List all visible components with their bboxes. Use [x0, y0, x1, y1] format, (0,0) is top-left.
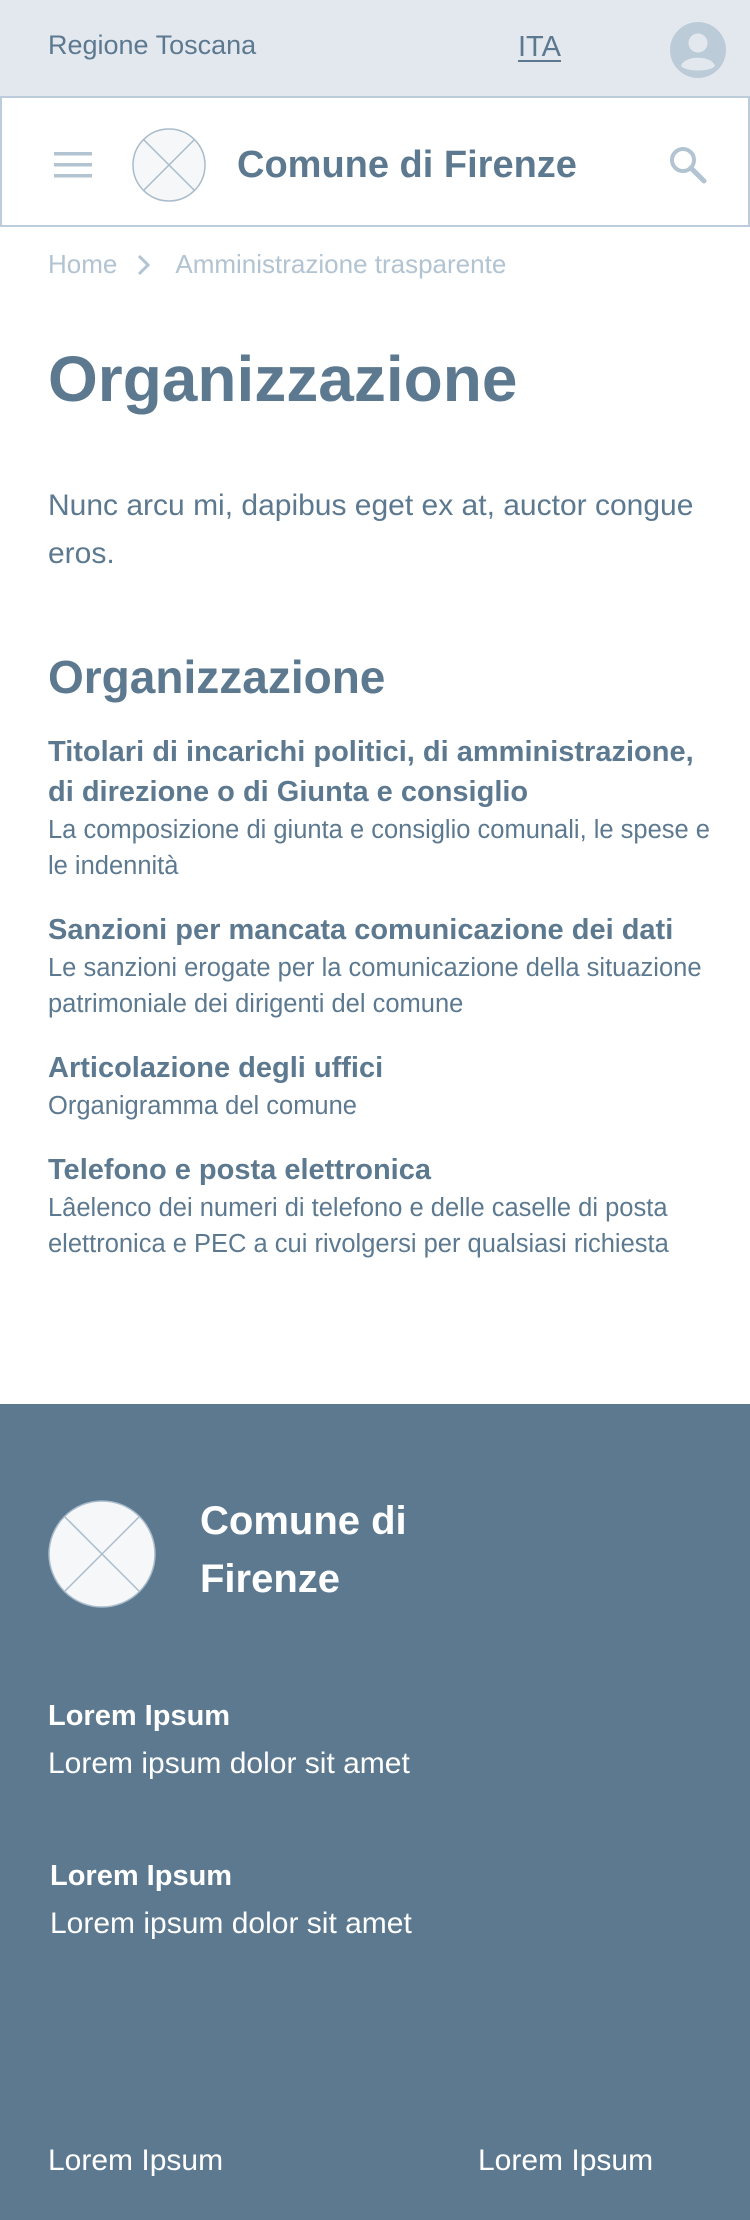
- list-item-title[interactable]: Titolari di incarichi politici, di ammin…: [48, 732, 718, 812]
- site-title[interactable]: Comune di Firenze: [237, 144, 577, 187]
- region-label: Regione Toscana: [48, 30, 257, 60]
- footer-info-block: Lorem Ipsum Lorem ipsum dolor sit amet: [50, 1856, 412, 1946]
- site-footer: Comune di Firenze Lorem Ipsum Lorem ipsu…: [0, 1404, 750, 2220]
- breadcrumb-current-link[interactable]: Amministrazione trasparente: [175, 249, 506, 280]
- list-item-telefono[interactable]: Telefono e posta elettronica Lâelenco de…: [48, 1150, 718, 1262]
- breadcrumb: Home Amministrazione trasparente: [48, 249, 506, 280]
- footer-block-text: Lorem ipsum dolor sit amet: [50, 1907, 412, 1940]
- hamburger-menu-icon[interactable]: [54, 152, 92, 178]
- top-bar: Regione Toscana ITA: [0, 0, 750, 97]
- list-item-description: La composizione di giunta e consiglio co…: [48, 816, 710, 880]
- organization-list: Titolari di incarichi politici, di ammin…: [48, 732, 718, 1288]
- page-title: Organizzazione: [48, 343, 518, 415]
- site-header: Comune di Firenze: [0, 96, 750, 227]
- list-item-description: Le sanzioni erogate per la comunicazione…: [48, 954, 702, 1018]
- footer-info-block: Lorem Ipsum Lorem ipsum dolor sit amet: [48, 1696, 410, 1786]
- list-item-title[interactable]: Sanzioni per mancata comunicazione dei d…: [48, 910, 718, 950]
- footer-block-heading: Lorem Ipsum: [48, 1700, 231, 1732]
- logo-placeholder-icon: [132, 128, 206, 202]
- section-title: Organizzazione: [48, 651, 386, 703]
- language-selector[interactable]: ITA: [518, 31, 561, 64]
- intro-text: Nunc arcu mi, dapibus eget ex at, auctor…: [48, 489, 694, 570]
- footer-link[interactable]: Lorem Ipsum: [48, 2144, 223, 2178]
- list-item-uffici[interactable]: Articolazione degli uffici Organigramma …: [48, 1048, 718, 1124]
- search-icon[interactable]: [668, 145, 708, 185]
- breadcrumb-home-link[interactable]: Home: [48, 249, 117, 280]
- list-item-title[interactable]: Articolazione degli uffici: [48, 1048, 718, 1088]
- footer-logo-placeholder-icon: [48, 1500, 156, 1608]
- footer-link[interactable]: Lorem Ipsum: [478, 2144, 653, 2178]
- list-item-incarichi[interactable]: Titolari di incarichi politici, di ammin…: [48, 732, 718, 884]
- list-item-description: Organigramma del comune: [48, 1092, 357, 1120]
- footer-title: Comune di Firenze: [200, 1499, 407, 1601]
- chevron-right-icon: [138, 254, 151, 275]
- list-item-title[interactable]: Telefono e posta elettronica: [48, 1150, 718, 1190]
- list-item-description: Lâelenco dei numeri di telefono e delle …: [48, 1194, 669, 1258]
- user-avatar-icon[interactable]: [670, 22, 726, 78]
- footer-block-text: Lorem ipsum dolor sit amet: [48, 1747, 410, 1780]
- footer-block-heading: Lorem Ipsum: [50, 1860, 233, 1892]
- list-item-sanzioni[interactable]: Sanzioni per mancata comunicazione dei d…: [48, 910, 718, 1022]
